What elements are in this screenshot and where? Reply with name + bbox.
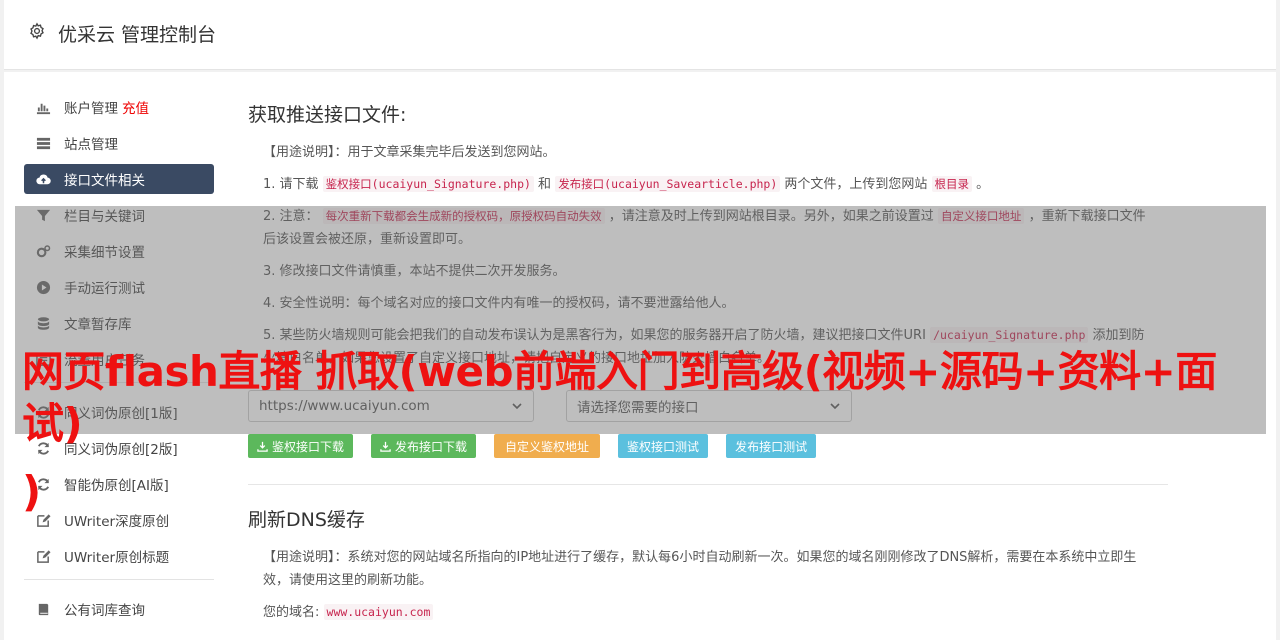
inline-code: 发布接口(ucaiyun_Savearticle.php): [555, 176, 781, 192]
edit-icon: [35, 548, 51, 564]
domain-label: 您的域名:: [263, 605, 324, 620]
usage-note: 【用途说明】：用于文章采集完毕后发送到您网站。: [263, 145, 556, 160]
sidebar-item-sites[interactable]: 站点管理: [24, 128, 214, 158]
inline-code: 根目录: [931, 176, 973, 192]
sidebar-item-label: 智能伪原创[AI版]: [64, 478, 169, 494]
sidebar-item-label: UWriter原创标题: [64, 550, 170, 566]
sidebar-item-label: 账户管理: [64, 101, 118, 117]
cloud-upload-icon: [35, 171, 51, 187]
sidebar-item-public-thesaurus[interactable]: 公有词库查询: [24, 594, 214, 624]
sidebar-item-label: 站点管理: [64, 137, 118, 153]
sidebar-item-uwriter-title[interactable]: UWriter原创标题: [24, 541, 214, 571]
bar-chart-icon: [35, 99, 51, 115]
server-icon: [35, 135, 51, 151]
sidebar-item-account[interactable]: 账户管理 充值: [24, 92, 214, 122]
section-title-api-files: 获取推送接口文件:: [248, 104, 407, 126]
sidebar-item-uwriter-deep[interactable]: UWriter深度原创: [24, 505, 214, 535]
sidebar-item-label: 公有词库查询: [64, 603, 145, 619]
page-title: 优采云 管理控制台: [58, 24, 217, 46]
section-title-dns: 刷新DNS缓存: [248, 509, 365, 531]
top-header: 优采云 管理控制台: [4, 0, 1276, 70]
dns-usage-note: 【用途说明】：系统对您的网站域名所指向的IP地址进行了缓存，默认每6小时自动刷新…: [263, 550, 1137, 588]
book-icon: [35, 601, 51, 617]
sidebar-item-label: 接口文件相关: [64, 173, 145, 189]
sidebar-item-label: UWriter深度原创: [64, 514, 170, 530]
watermark-title-continued: ): [22, 467, 42, 516]
section-divider: [248, 484, 1168, 485]
gear-icon: [30, 22, 44, 40]
sidebar-item-api-files[interactable]: 接口文件相关: [24, 164, 214, 194]
inline-code: 鉴权接口(ucaiyun_Signature.php): [322, 176, 534, 192]
sidebar-divider: [24, 579, 214, 580]
instruction-1: 1. 请下载 鉴权接口(ucaiyun_Signature.php) 和 发布接…: [263, 176, 990, 192]
domain-row: 您的域名: www.ucaiyun.com: [263, 601, 1168, 624]
recharge-link[interactable]: 充值: [122, 97, 149, 117]
domain-value: www.ucaiyun.com: [323, 604, 434, 620]
sidebar-item-ai-rewrite[interactable]: 智能伪原创[AI版]: [24, 469, 214, 499]
watermark-title: 网页flash直播 抓取(web前端入门到高级(视频+源码+资料+面试): [22, 347, 1217, 448]
